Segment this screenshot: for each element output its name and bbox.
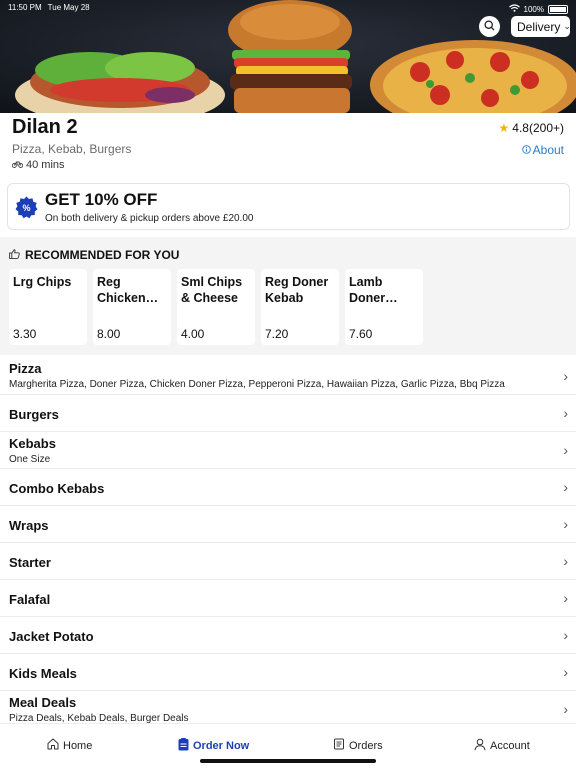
tab-home[interactable]: Home	[47, 738, 92, 753]
offer-banner[interactable]: % GET 10% OFF On both delivery & pickup …	[7, 183, 570, 230]
recommended-item-price: 7.20	[265, 327, 289, 341]
receipt-icon	[333, 738, 345, 753]
category-name: Burgers	[9, 407, 59, 422]
chevron-right-icon: ›	[563, 553, 568, 569]
tab-orders-label: Orders	[349, 739, 383, 752]
recommended-title: RECOMMENDED FOR YOU	[25, 248, 180, 262]
recommended-card[interactable]: Sml Chips & Cheese 4.00	[177, 269, 255, 345]
chevron-right-icon: ›	[563, 442, 568, 458]
tab-account-label: Account	[490, 740, 530, 752]
delivery-mode-label: Delivery	[517, 19, 561, 34]
recommended-card[interactable]: Reg Chicken Shish 8.00	[93, 269, 171, 345]
star-icon: ★	[498, 121, 510, 135]
recommended-item-name: Sml Chips & Cheese	[181, 275, 243, 305]
menu-category-meal-deals[interactable]: Meal Deals Pizza Deals, Kebab Deals, Bur…	[0, 691, 576, 727]
menu-category-kebabs[interactable]: Kebabs One Size ›	[0, 432, 576, 469]
recommended-header: RECOMMENDED FOR YOU	[9, 248, 179, 262]
svg-text:%: %	[22, 203, 30, 213]
chevron-down-icon: ⌄	[563, 21, 571, 31]
delivery-mode-select[interactable]: Delivery ⌄	[511, 16, 571, 37]
order-icon	[178, 738, 189, 754]
chevron-right-icon: ›	[563, 479, 568, 495]
menu-category-kids-meals[interactable]: Kids Meals ›	[0, 654, 576, 691]
restaurant-cuisines: Pizza, Kebab, Burgers	[12, 142, 132, 156]
discount-badge-icon: %	[15, 196, 38, 224]
battery-percent: 100%	[523, 4, 544, 14]
hero-banner: 11:50 PM Tue May 28 100% Delivery ⌄	[0, 0, 576, 113]
recommended-list: Lrg Chips 3.30 Reg Chicken Shish 8.00 Sm…	[9, 269, 423, 345]
offer-title: GET 10% OFF	[45, 190, 158, 209]
menu-category-falafal[interactable]: Falafal ›	[0, 580, 576, 617]
chevron-right-icon: ›	[563, 627, 568, 643]
category-name: Pizza	[9, 361, 42, 376]
category-name: Kids Meals	[9, 666, 77, 681]
category-name: Combo Kebabs	[9, 481, 105, 496]
recommended-item-name: Reg Chicken Shish	[97, 275, 146, 305]
rating: ★ 4.8(200+)	[499, 121, 564, 135]
wifi-icon	[508, 4, 520, 14]
recommended-item-name: Lrg Chips	[13, 275, 72, 289]
tab-orders[interactable]: Orders	[333, 738, 383, 753]
home-icon	[47, 738, 59, 753]
chevron-right-icon: ›	[563, 664, 568, 680]
delivery-time: 40 mins	[11, 159, 65, 171]
category-description: One Size	[9, 454, 51, 465]
category-description: Margherita Pizza, Doner Pizza, Chicken D…	[9, 379, 505, 390]
chevron-right-icon: ›	[563, 367, 568, 384]
recommended-item-price: 3.30	[13, 327, 37, 341]
category-name: Starter	[9, 555, 51, 570]
restaurant-name: Dilan 2	[12, 116, 78, 138]
recommended-card[interactable]: Reg Doner Kebab 7.20	[261, 269, 339, 345]
menu-category-burgers[interactable]: Burgers ›	[0, 395, 576, 432]
home-indicator	[200, 759, 376, 763]
menu-category-pizza[interactable]: Pizza Margherita Pizza, Doner Pizza, Chi…	[0, 357, 576, 395]
tab-account[interactable]: Account	[474, 738, 530, 754]
menu-category-list: Pizza Margherita Pizza, Doner Pizza, Chi…	[0, 357, 576, 727]
tab-home-label: Home	[63, 739, 93, 752]
battery-icon	[548, 4, 568, 14]
search-button[interactable]	[479, 16, 500, 37]
category-name: Wraps	[9, 518, 49, 533]
tab-order-now[interactable]: Order Now	[178, 738, 249, 754]
status-bar: 11:50 PM Tue May 28 100%	[8, 3, 568, 15]
rating-value: 4.8(200+)	[512, 121, 564, 135]
category-name: Kebabs	[9, 436, 56, 451]
user-icon	[474, 738, 486, 754]
category-name: Meal Deals	[9, 695, 77, 710]
thumbs-up-icon	[9, 248, 20, 262]
menu-category-wraps[interactable]: Wraps ›	[0, 506, 576, 543]
status-time: 11:50 PM	[8, 3, 42, 12]
recommended-item-price: 8.00	[97, 327, 121, 341]
recommended-item-price: 7.60	[349, 327, 373, 341]
recommended-card[interactable]: Lamb Doner Wrap 7.60	[345, 269, 423, 345]
tab-order-now-label: Order Now	[193, 740, 250, 752]
delivery-time-value: 40 mins	[26, 159, 65, 171]
about-link[interactable]: About	[521, 143, 564, 157]
about-label: About	[532, 143, 564, 157]
menu-category-combo-kebabs[interactable]: Combo Kebabs ›	[0, 469, 576, 506]
menu-category-jacket-potato[interactable]: Jacket Potato ›	[0, 617, 576, 654]
recommended-item-price: 4.00	[181, 327, 205, 341]
chevron-right-icon: ›	[563, 405, 568, 421]
status-date: Tue May 28	[47, 3, 90, 12]
recommended-item-name: Lamb Doner Wrap	[349, 275, 386, 305]
bike-icon	[11, 159, 24, 171]
recommended-item-name: Reg Doner Kebab	[265, 275, 329, 305]
category-name: Jacket Potato	[9, 629, 94, 644]
chevron-right-icon: ›	[563, 701, 568, 717]
chevron-right-icon: ›	[563, 516, 568, 532]
search-icon	[484, 18, 495, 36]
category-name: Falafal	[9, 592, 51, 607]
menu-category-starter[interactable]: Starter ›	[0, 543, 576, 580]
recommended-section: RECOMMENDED FOR YOU Lrg Chips 3.30 Reg C…	[0, 237, 576, 355]
offer-subtitle: On both delivery & pickup orders above £…	[45, 213, 254, 224]
recommended-card[interactable]: Lrg Chips 3.30	[9, 269, 87, 345]
info-icon	[521, 143, 531, 157]
chevron-right-icon: ›	[563, 590, 568, 606]
